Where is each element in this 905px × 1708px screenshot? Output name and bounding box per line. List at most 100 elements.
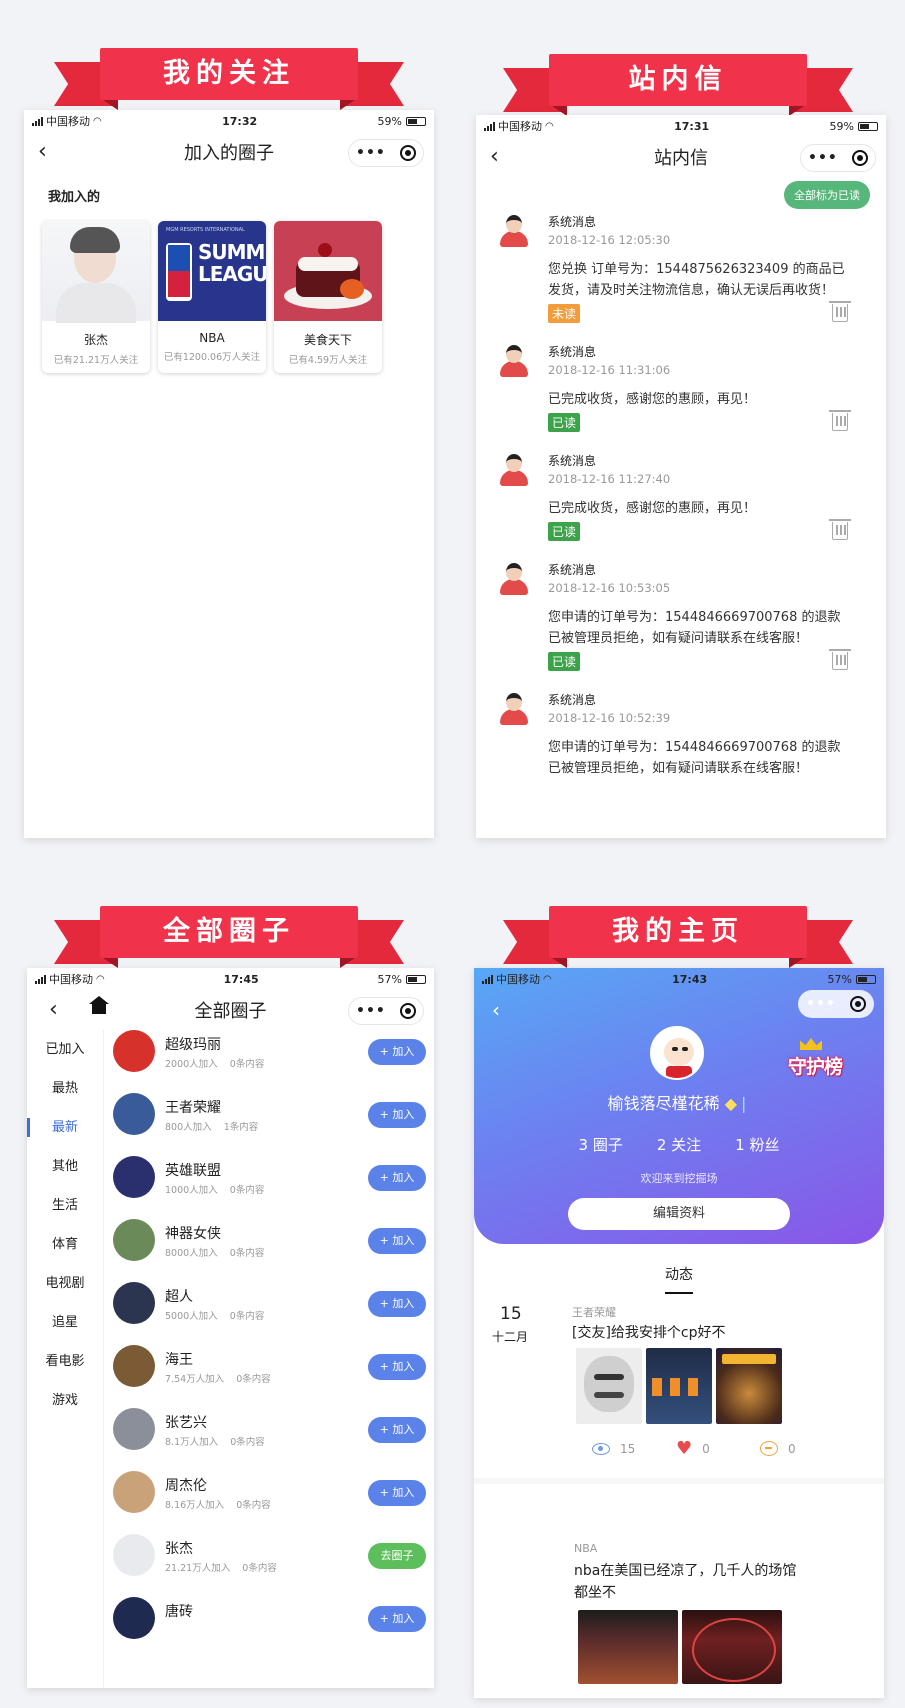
phone-all-circles: 中国移动 ◠ 17:45 57% ‹ 全部圈子 ••• 已加入 最热 最新 其他 … <box>27 968 434 1688</box>
circle-row[interactable]: 海王 7.54万人加入 0条内容 + 加入 <box>113 1345 434 1408</box>
circle-card[interactable]: 美食天下 已有4.59万人关注 <box>274 221 382 373</box>
category-item[interactable]: 体育 <box>27 1225 103 1264</box>
circle-row[interactable]: 唐砖 + 加入 <box>113 1597 434 1660</box>
comment-action[interactable]: 0 <box>760 1438 844 1459</box>
battery-icon <box>857 121 878 131</box>
join-button[interactable]: + 加入 <box>368 1417 426 1443</box>
back-arrow-icon[interactable]: ‹ <box>492 998 500 1022</box>
post-image[interactable] <box>578 1610 678 1684</box>
trash-icon[interactable] <box>829 301 851 322</box>
close-circle-icon[interactable] <box>849 996 866 1012</box>
category-item[interactable]: 看电影 <box>27 1342 103 1381</box>
join-button[interactable]: + 加入 <box>368 1102 426 1128</box>
circle-row[interactable]: 超级玛丽 2000人加入 0条内容 + 加入 <box>113 1030 434 1093</box>
card-name: NBA <box>199 331 225 345</box>
home-icon[interactable] <box>89 996 109 1016</box>
join-button[interactable]: + 加入 <box>368 1228 426 1254</box>
status-bar: 中国移动 ◠ 17:31 59% <box>476 115 886 137</box>
circle-members: 7.54万人加入 <box>165 1374 225 1385</box>
back-arrow-icon[interactable]: ‹ <box>38 132 47 172</box>
phone-joined-circles: 中国移动 ◠ 17:32 59% ‹ 加入的圈子 ••• 我加入的 张杰 已有21… <box>24 110 434 838</box>
category-item[interactable]: 最热 <box>27 1069 103 1108</box>
battery-icon <box>405 116 426 126</box>
stat-circles[interactable]: 3 圈子 <box>579 1134 623 1155</box>
back-arrow-icon[interactable]: ‹ <box>49 990 58 1030</box>
circle-name: 英雄联盟 <box>165 1163 221 1179</box>
system-avatar-icon <box>498 345 530 379</box>
tab-feed[interactable]: 动态 <box>474 1264 884 1294</box>
card-name: 美食天下 <box>303 333 352 347</box>
category-item[interactable]: 其他 <box>27 1147 103 1186</box>
message-item[interactable]: 系统消息 2018-12-16 11:31:06 已完成收货，感谢您的惠顾，再见… <box>476 343 886 432</box>
message-item[interactable]: 系统消息 2018-12-16 10:53:05 您申请的订单号为：154484… <box>476 561 886 671</box>
join-button[interactable]: + 加入 <box>368 1480 426 1506</box>
category-item[interactable]: 追星 <box>27 1303 103 1342</box>
trash-icon[interactable] <box>829 519 851 540</box>
stat-following[interactable]: 2 关注 <box>657 1134 701 1155</box>
trash-icon[interactable] <box>829 649 851 670</box>
message-item[interactable]: 系统消息 2018-12-16 11:27:40 已完成收货，感谢您的惠顾，再见… <box>476 452 886 541</box>
carrier-label: 中国移动 <box>496 973 540 986</box>
join-button[interactable]: + 加入 <box>368 1291 426 1317</box>
message-item[interactable]: 系统消息 2018-12-16 12:05:30 您兑换 订单号为：154487… <box>476 213 886 323</box>
divider <box>474 1478 884 1484</box>
close-circle-icon[interactable] <box>851 150 868 166</box>
post-image[interactable] <box>716 1348 782 1424</box>
views-count: 15 <box>620 1441 636 1456</box>
banner-title: 我的主页 <box>549 906 807 958</box>
guardian-ranking-badge[interactable]: 守护榜 <box>788 1038 854 1090</box>
circle-row[interactable]: 神器女侠 8000人加入 0条内容 + 加入 <box>113 1219 434 1282</box>
card-name: 张杰 <box>83 333 108 347</box>
feed-post[interactable]: NBA nba在美国已经凉了，几千人的场馆都坐不 <box>474 1542 884 1692</box>
edit-profile-button[interactable]: 编辑资料 <box>568 1198 790 1230</box>
circle-card[interactable]: MGM RESORTS INTERNATIONAL SUMMERLEAGUE N… <box>158 221 266 373</box>
back-arrow-icon[interactable]: ‹ <box>490 137 499 177</box>
join-button[interactable]: + 加入 <box>368 1354 426 1380</box>
circle-row[interactable]: 张艺兴 8.1万人加入 0条内容 + 加入 <box>113 1408 434 1471</box>
read-badge: 已读 <box>548 652 581 671</box>
post-image[interactable] <box>576 1348 642 1424</box>
close-circle-icon[interactable] <box>399 1003 416 1019</box>
like-action[interactable]: ♥ 0 <box>676 1438 760 1459</box>
category-item-active[interactable]: 最新 <box>27 1108 103 1147</box>
more-icon[interactable]: ••• <box>356 1003 386 1019</box>
more-icon[interactable]: ••• <box>806 996 836 1012</box>
circle-name: 海王 <box>165 1352 193 1368</box>
post-image[interactable] <box>646 1348 712 1424</box>
post-circle[interactable]: NBA <box>574 1542 597 1555</box>
unread-badge: 未读 <box>548 304 581 323</box>
join-button[interactable]: + 加入 <box>368 1606 426 1632</box>
circle-row[interactable]: 英雄联盟 1000人加入 0条内容 + 加入 <box>113 1156 434 1219</box>
more-icon[interactable]: ••• <box>356 145 386 161</box>
views-action[interactable]: 15 <box>592 1438 676 1459</box>
avatar[interactable] <box>650 1026 704 1080</box>
post-text: [交友]给我安排个cp好不 <box>572 1325 726 1341</box>
feed-post[interactable]: 15 十二月 王者荣耀 [交友]给我安排个cp好不 15 ♥ 0 0 <box>474 1304 884 1494</box>
stat-fans[interactable]: 1 粉丝 <box>735 1134 779 1155</box>
join-button[interactable]: + 加入 <box>368 1165 426 1191</box>
go-to-circle-button[interactable]: 去圈子 <box>368 1543 426 1569</box>
banner-inbox: 站内信 <box>503 54 853 120</box>
circle-card[interactable]: 张杰 已有21.21万人关注 <box>42 221 150 373</box>
trash-icon[interactable] <box>829 410 851 431</box>
post-circle[interactable]: 王者荣耀 <box>572 1304 616 1320</box>
circle-row[interactable]: 周杰伦 8.16万人加入 0条内容 + 加入 <box>113 1471 434 1534</box>
diamond-icon: ◆ <box>724 1094 737 1113</box>
category-item[interactable]: 游戏 <box>27 1381 103 1420</box>
circle-row[interactable]: 王者荣耀 800人加入 1条内容 + 加入 <box>113 1093 434 1156</box>
circle-row[interactable]: 张杰 21.21万人加入 0条内容 去圈子 <box>113 1534 434 1597</box>
circle-posts: 0条内容 <box>230 1437 265 1448</box>
circle-row[interactable]: 超人 5000人加入 0条内容 + 加入 <box>113 1282 434 1345</box>
post-image[interactable] <box>682 1610 782 1684</box>
message-list: 系统消息 2018-12-16 12:05:30 您兑换 订单号为：154487… <box>476 213 886 799</box>
category-item[interactable]: 已加入 <box>27 1030 103 1069</box>
mark-all-read-button[interactable]: 全部标为已读 <box>784 181 870 209</box>
message-item[interactable]: 系统消息 2018-12-16 10:52:39 您申请的订单号为：154484… <box>476 691 886 779</box>
more-icon[interactable]: ••• <box>808 150 838 166</box>
category-item[interactable]: 电视剧 <box>27 1264 103 1303</box>
category-item[interactable]: 生活 <box>27 1186 103 1225</box>
join-button[interactable]: + 加入 <box>368 1039 426 1065</box>
profile-stats: 3 圈子 2 关注 1 粉丝 <box>474 1134 884 1155</box>
close-circle-icon[interactable] <box>399 145 416 161</box>
system-avatar-icon <box>498 215 530 249</box>
